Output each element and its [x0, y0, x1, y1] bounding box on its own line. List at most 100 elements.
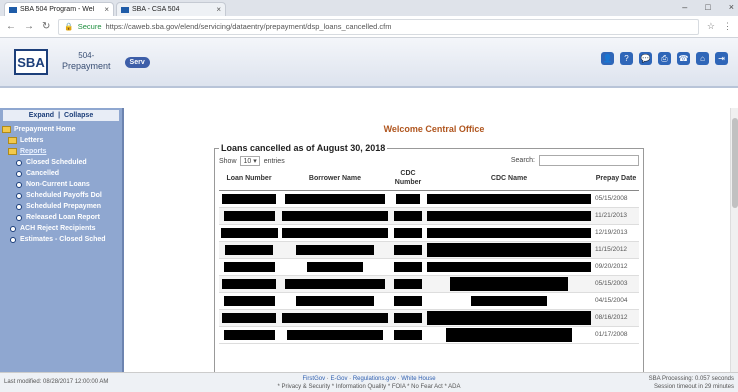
sba-favicon-icon [9, 6, 17, 13]
redacted-cell [279, 275, 391, 293]
processing-time: SBA Processing: 0.057 seconds [648, 376, 734, 382]
redaction-bar [223, 210, 275, 221]
table-row: 05/15/2008 [219, 190, 639, 208]
sidebar-item-reports[interactable]: Reports [0, 146, 122, 157]
redacted-cell [219, 207, 279, 225]
table-row: 12/19/2013 [219, 224, 639, 242]
chat-icon[interactable]: 💬 [639, 52, 652, 65]
prepay-date-cell: 11/15/2012 [593, 241, 639, 259]
redacted-cell [425, 190, 593, 208]
scrollbar-thumb[interactable] [732, 118, 738, 208]
redaction-bar [450, 276, 568, 291]
column-header-cdc-number[interactable]: CDC Number [391, 168, 425, 191]
column-header-loan-number[interactable]: Loan Number [219, 168, 279, 191]
sidebar-item-ach-reject-recipients[interactable]: ACH Reject Recipients [0, 223, 122, 234]
browser-tab-2[interactable]: SBA - CSA 504 × [116, 2, 226, 16]
url-field[interactable]: 🔒 Secure https://caweb.sba.gov/elend/ser… [58, 18, 699, 35]
window-controls: – □ × [682, 2, 734, 12]
sidebar-item-cancelled[interactable]: Cancelled [0, 168, 122, 179]
folder-icon [8, 137, 17, 144]
bullet-icon [16, 192, 22, 199]
redacted-cell [219, 224, 279, 242]
address-bar: ← → ↻ 🔒 Secure https://caweb.sba.gov/ele… [0, 16, 738, 38]
sidebar-item-scheduled-payoffs-dol[interactable]: Scheduled Payoffs Dol [0, 190, 122, 201]
sidebar-item-released-loan-report[interactable]: Released Loan Report [0, 212, 122, 223]
home-icon[interactable]: ⌂ [696, 52, 709, 65]
redaction-bar [281, 227, 389, 238]
logout-icon[interactable]: ⇥ [715, 52, 728, 65]
table-body: 05/15/2008 11/21/2013 12/19/2013 11/15/2012… [219, 190, 639, 344]
redaction-bar [394, 210, 422, 221]
close-tab-icon[interactable]: × [216, 5, 221, 14]
redacted-cell [425, 309, 593, 327]
redaction-bar [394, 261, 422, 272]
table-controls: Show 10 ▾ entries Search: [219, 155, 639, 166]
sidebar-item-estimates-closed-sched[interactable]: Estimates - Closed Sched [0, 234, 122, 245]
page-scrollbar[interactable] [730, 108, 738, 372]
table-row: 04/15/2004 [219, 292, 639, 310]
search-input[interactable] [539, 155, 639, 166]
expand-link[interactable]: Expand [29, 112, 54, 119]
sidebar-item-prepayment-home[interactable]: Prepayment Home [0, 124, 122, 135]
entries-label: entries [263, 157, 285, 165]
redacted-cell [391, 309, 425, 327]
column-header-borrower-name[interactable]: Borrower Name [279, 168, 391, 191]
prepay-date-cell: 12/19/2013 [593, 224, 639, 242]
maximize-icon[interactable]: □ [705, 2, 710, 12]
loans-table: Loan Number Borrower Name CDC Number CDC… [219, 168, 639, 344]
sidebar-item-label: Scheduled Payoffs Dol [26, 192, 102, 199]
sidebar-item-label: Non-Current Loans [26, 181, 90, 188]
column-header-cdc-name[interactable]: CDC Name [425, 168, 593, 191]
footer-link-regulations[interactable]: Regulations.gov [353, 376, 396, 382]
redacted-cell [219, 241, 279, 259]
page-length-select[interactable]: 10 ▾ [240, 155, 260, 166]
footer-link-egov[interactable]: E-Gov [330, 376, 347, 382]
user-icon[interactable]: 👤 [601, 52, 614, 65]
prepay-date-cell: 05/15/2008 [593, 190, 639, 208]
reload-icon[interactable]: ↻ [42, 21, 50, 32]
redaction-bar [426, 242, 592, 257]
sidebar-item-scheduled-prepaymen[interactable]: Scheduled Prepaymen [0, 201, 122, 212]
loans-fieldset: Loans cancelled as of August 30, 2018 Sh… [214, 143, 644, 374]
secure-label: Secure [77, 22, 102, 31]
sidebar-item-closed-scheduled[interactable]: Closed Scheduled [0, 157, 122, 168]
redaction-bar [295, 295, 375, 306]
redacted-cell [391, 190, 425, 208]
forward-icon[interactable]: → [24, 21, 34, 32]
redaction-bar [225, 244, 273, 255]
collapse-link[interactable]: Collapse [64, 112, 93, 119]
redaction-bar [295, 244, 375, 255]
close-tab-icon[interactable]: × [104, 5, 109, 14]
table-row: 09/20/2012 [219, 258, 639, 276]
sidebar-item-label: Closed Scheduled [26, 159, 87, 166]
print-icon[interactable]: ⎙ [658, 52, 671, 65]
sidebar-item-letters[interactable]: Letters [0, 135, 122, 146]
browser-tab-1[interactable]: SBA 504 Program - Wel × [4, 2, 114, 16]
separator: | [58, 112, 61, 119]
footer-link-whitehouse[interactable]: White House [401, 376, 435, 382]
redacted-cell [391, 224, 425, 242]
serv-button[interactable]: Serv [124, 56, 150, 68]
redaction-bar [426, 261, 592, 272]
redacted-cell [279, 309, 391, 327]
url-text: https://caweb.sba.gov/elend/servicing/da… [105, 22, 392, 31]
redacted-cell [425, 258, 593, 276]
redacted-cell [391, 258, 425, 276]
sidebar-item-non-current-loans[interactable]: Non-Current Loans [0, 179, 122, 190]
table-row: 11/15/2012 [219, 241, 639, 259]
help-icon[interactable]: ? [620, 52, 633, 65]
footer-policies[interactable]: * Privacy & Security * Information Quali… [0, 384, 738, 392]
redacted-cell [391, 275, 425, 293]
redacted-cell [219, 190, 279, 208]
bookmark-star-icon[interactable]: ☆ [707, 21, 715, 32]
back-icon[interactable]: ← [6, 21, 16, 32]
column-header-prepay-date[interactable]: Prepay Date [593, 168, 639, 191]
close-window-icon[interactable]: × [729, 2, 734, 12]
footer-link-firstgov[interactable]: FirstGov [302, 376, 325, 382]
phone-icon[interactable]: ☎ [677, 52, 690, 65]
minimize-icon[interactable]: – [682, 2, 687, 12]
redaction-bar [222, 193, 276, 204]
redaction-bar [223, 329, 275, 340]
folder-icon [8, 148, 17, 155]
browser-menu-icon[interactable]: ⋮ [723, 21, 732, 32]
